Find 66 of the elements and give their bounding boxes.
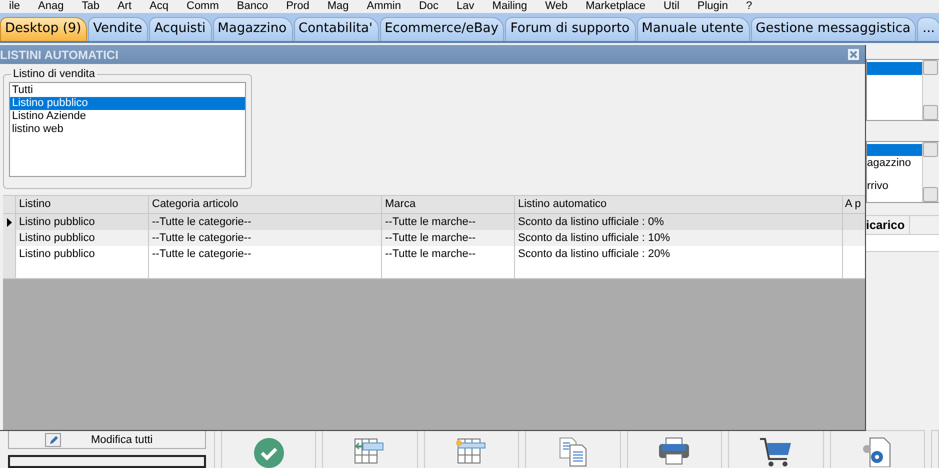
menu-item[interactable]: Acq [140, 0, 178, 13]
close-icon[interactable] [848, 49, 859, 60]
menu-item[interactable]: Util [654, 0, 688, 13]
group-label: Listino di vendita [12, 68, 96, 80]
row-pointer-icon [6, 218, 12, 226]
cart-button[interactable] [728, 430, 824, 468]
column-header[interactable]: Marca [382, 196, 515, 213]
toolbar-button[interactable] [525, 430, 621, 468]
tab[interactable]: Contabilita' [294, 17, 379, 41]
menu-item[interactable]: Banco [228, 0, 278, 13]
tab[interactable]: Magazzino [212, 17, 293, 41]
confirm-button[interactable] [220, 430, 316, 468]
toolbar-button[interactable] [830, 430, 926, 468]
menu-item[interactable]: Comm [178, 0, 228, 13]
dialog-title: LISTINI AUTOMATICI [0, 48, 118, 62]
check-icon [252, 437, 284, 468]
tab[interactable]: Vendite [88, 17, 148, 41]
menu-item[interactable]: Art [108, 0, 141, 13]
tab[interactable]: Acquisti [149, 17, 212, 41]
tab[interactable]: Forum di supporto [505, 17, 636, 41]
table-star-icon [455, 437, 488, 465]
column-header: icarico [866, 216, 910, 234]
print-button[interactable] [626, 430, 722, 468]
list-item[interactable]: listino web [10, 123, 245, 136]
list-box[interactable]: Tutti Listino pubblico Listino Aziende listino web [9, 82, 246, 177]
tab[interactable]: Manuale utente [636, 17, 750, 41]
pencil-icon [45, 432, 61, 446]
menu-item[interactable]: Marketplace [576, 0, 654, 13]
documents-icon [558, 437, 588, 467]
list-item[interactable]: rrivo [867, 178, 922, 202]
menu-item[interactable]: Plugin [688, 0, 737, 13]
toolbar-button[interactable] [322, 430, 418, 468]
tab[interactable]: Ecommerce/eBay [380, 17, 504, 41]
table-row[interactable]: Listino pubblico --Tutte le categorie-- --Tutte le marche-- Sconto da listino ufficiale : 0% [3, 214, 865, 230]
menu-item[interactable]: Mailing [483, 0, 536, 13]
menu-item[interactable]: Prod [277, 0, 318, 13]
tab[interactable]: Desktop (9) [0, 17, 88, 41]
list-item[interactable]: Listino Aziende [10, 110, 245, 123]
button-frame[interactable] [8, 455, 206, 468]
list-item[interactable]: Tutti [10, 84, 245, 97]
menu-item[interactable]: ? [736, 0, 762, 13]
menu-item[interactable]: Tab [72, 0, 108, 13]
menu-item[interactable]: ile [0, 0, 30, 13]
column-header[interactable]: Listino automatico [515, 196, 843, 213]
tab[interactable]: ... [917, 17, 939, 41]
toolbar-button[interactable] [424, 430, 520, 468]
gear-document-icon [861, 437, 894, 467]
column-header[interactable]: Categoria articolo [149, 196, 382, 213]
printer-icon [658, 437, 690, 465]
table-row[interactable]: Listino pubblico --Tutte le categorie-- --Tutte le marche-- Sconto da listino ufficiale : 20% [3, 246, 865, 262]
menu-item[interactable]: Lav [448, 0, 484, 13]
column-header[interactable]: Listino [16, 196, 149, 213]
menu-item[interactable]: Web [536, 0, 577, 13]
menu-item[interactable]: Doc [410, 0, 448, 13]
cart-icon [760, 437, 792, 467]
list-item[interactable]: agazzino [867, 156, 922, 179]
edit-all-button[interactable]: Modifica tutti [8, 430, 206, 449]
list-box[interactable]: agazzino rrivo [866, 141, 939, 203]
list-item[interactable]: Listino pubblico [10, 97, 245, 110]
tab[interactable]: Gestione messaggistica [750, 17, 916, 41]
menu-item[interactable]: Mag [318, 0, 358, 13]
menu-item[interactable]: Anag [29, 0, 73, 13]
menu-item[interactable]: Ammin [358, 0, 410, 13]
table-arrow-icon [354, 437, 386, 465]
table-row[interactable]: Listino pubblico --Tutte le categorie-- --Tutte le marche-- Sconto da listino ufficiale : 10% [3, 230, 865, 246]
column-header[interactable]: A p [843, 196, 866, 213]
